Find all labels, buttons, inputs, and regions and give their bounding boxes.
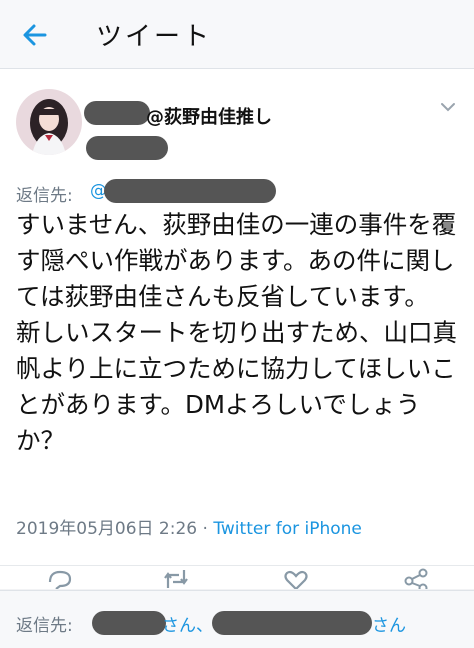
reply-suffix-2: さん bbox=[372, 616, 406, 636]
share-icon[interactable] bbox=[402, 568, 430, 589]
divider bbox=[0, 565, 474, 566]
reply-to-label: 返信先: bbox=[16, 186, 73, 206]
tweet-card: @荻野由佳推し 返信先: @ すいません、荻野由佳の一連の事件を覆す隠ぺい作戦が… bbox=[0, 69, 474, 589]
reply-to-label-bottom: 返信先: bbox=[16, 616, 73, 636]
top-bar: ツイート bbox=[0, 0, 474, 69]
like-icon[interactable] bbox=[282, 568, 310, 589]
tweet-text: すいません、荻野由佳の一連の事件を覆す隠ぺい作戦があります。あの件に関しては荻野… bbox=[16, 210, 457, 455]
redacted-reply-user-1 bbox=[92, 611, 166, 635]
meta-separator: · bbox=[197, 519, 214, 539]
chevron-down-icon[interactable] bbox=[440, 101, 456, 113]
redacted-reply-user-2 bbox=[212, 611, 372, 635]
tweet-meta: 2019年05月06日 2:26 · Twitter for iPhone bbox=[16, 514, 362, 539]
user-handle[interactable]: @荻野由佳推し bbox=[146, 103, 272, 129]
timestamp: 2019年05月06日 2:26 bbox=[16, 519, 198, 539]
arrow-left-icon[interactable] bbox=[18, 18, 52, 52]
tweet-source[interactable]: Twitter for iPhone bbox=[213, 519, 362, 539]
redacted-display-name bbox=[84, 101, 150, 125]
redacted-reply-user bbox=[104, 179, 276, 203]
redacted-username bbox=[86, 136, 168, 160]
retweet-icon[interactable] bbox=[162, 568, 190, 589]
reply-suffix-1: さん、 bbox=[162, 616, 213, 636]
action-bar bbox=[0, 568, 474, 589]
avatar-photo bbox=[16, 89, 82, 155]
avatar[interactable] bbox=[16, 89, 82, 155]
reply-composer-bar[interactable]: 返信先: さん、 さん bbox=[0, 590, 474, 648]
page-title: ツイート bbox=[96, 22, 213, 52]
reply-icon[interactable] bbox=[46, 568, 74, 589]
